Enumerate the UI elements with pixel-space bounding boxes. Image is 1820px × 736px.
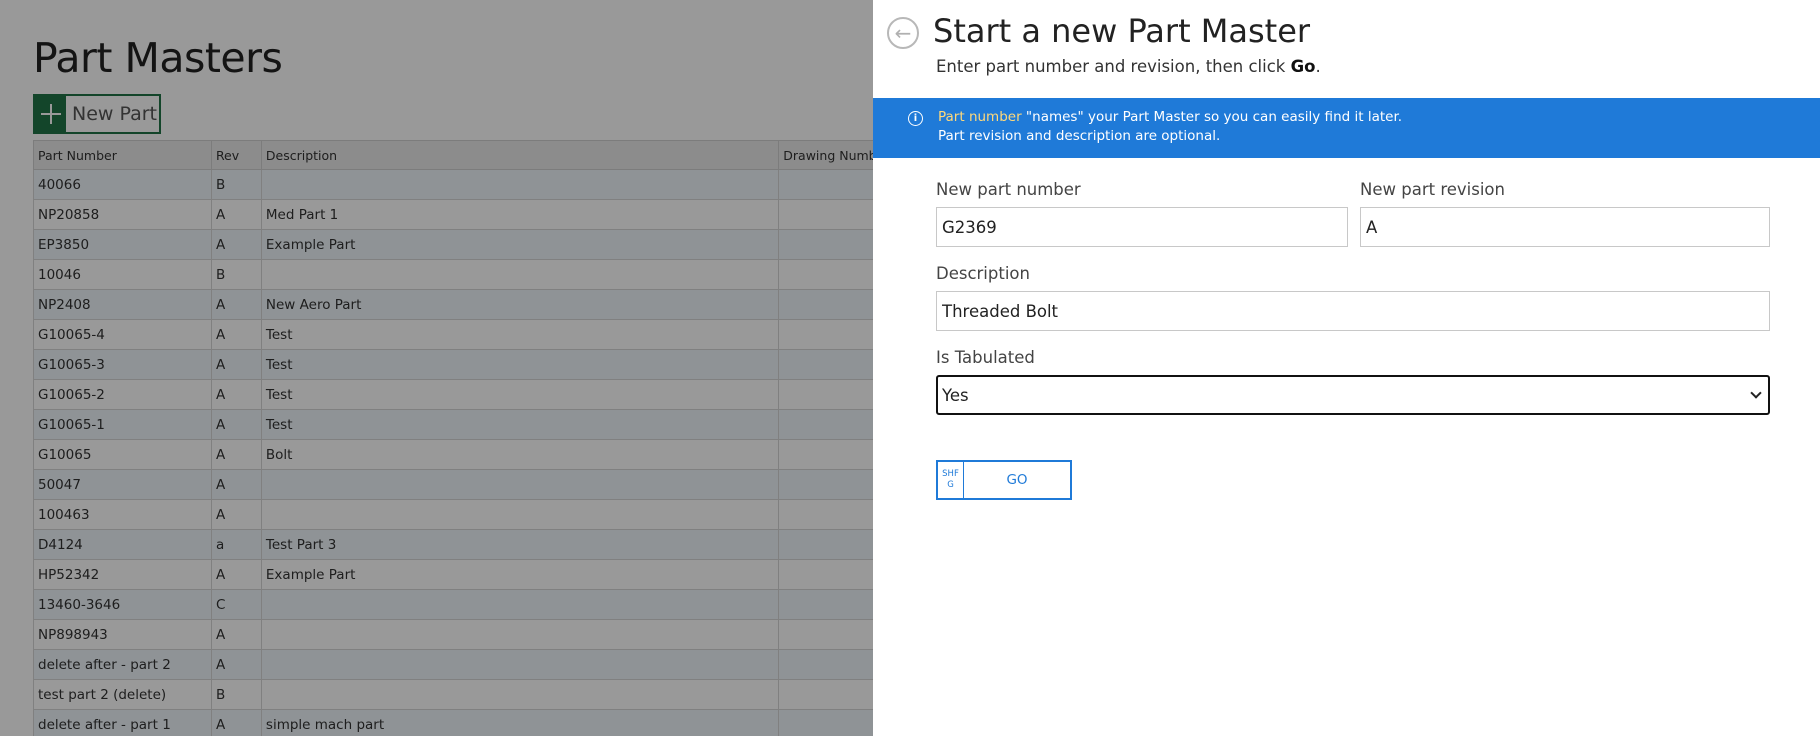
subtitle-text: Enter part number and revision, then cli… <box>936 57 1291 76</box>
info-line-1-text: "names" your Part Master so you can easi… <box>1021 109 1403 125</box>
new-part-master-panel: ← Start a new Part Master Enter part num… <box>873 0 1820 736</box>
back-button[interactable]: ← <box>887 17 919 49</box>
info-banner: i Part number "names" your Part Master s… <box>873 98 1820 158</box>
part-revision-input[interactable] <box>1360 207 1770 247</box>
shortcut-key-badge: SHF G <box>938 462 964 498</box>
is-tabulated-label: Is Tabulated <box>936 348 1035 367</box>
info-line-2: Part revision and description are option… <box>938 128 1221 144</box>
arrow-left-circle-icon: ← <box>894 21 912 45</box>
part-number-input[interactable] <box>936 207 1348 247</box>
subtitle-period: . <box>1315 57 1321 76</box>
is-tabulated-select[interactable]: Yes <box>936 375 1770 415</box>
part-revision-label: New part revision <box>1360 180 1505 199</box>
is-tabulated-value: Yes <box>942 385 969 405</box>
part-number-label: New part number <box>936 180 1081 199</box>
go-button-label: GO <box>1006 472 1028 488</box>
panel-title: Start a new Part Master <box>933 12 1311 50</box>
subtitle-go: Go <box>1290 57 1316 76</box>
go-button[interactable]: SHF G GO <box>936 460 1072 500</box>
panel-subtitle: Enter part number and revision, then cli… <box>936 57 1321 76</box>
info-icon: i <box>908 111 923 126</box>
description-label: Description <box>936 264 1030 283</box>
modal-overlay[interactable] <box>0 0 873 736</box>
description-input[interactable] <box>936 291 1770 331</box>
info-line-1: Part number "names" your Part Master so … <box>938 109 1402 125</box>
info-highlight: Part number <box>938 109 1022 125</box>
chevron-down-icon <box>1750 387 1762 399</box>
